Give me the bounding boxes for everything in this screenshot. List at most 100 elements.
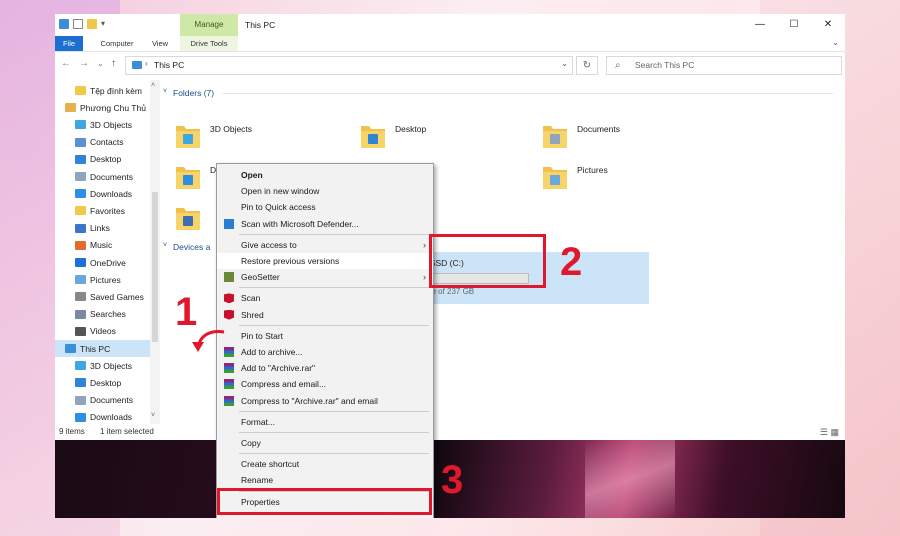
maximize-button[interactable]: ☐ [777, 14, 811, 36]
manage-tab[interactable]: Manage [180, 14, 238, 36]
sidebar-item-links[interactable]: Links [55, 220, 150, 237]
tab-view[interactable]: View [147, 36, 173, 51]
group-divider [223, 93, 833, 94]
menu-separator [239, 432, 429, 433]
sidebar-item-t-p-nh-k-m[interactable]: Tệp đính kèm [55, 82, 150, 99]
close-button[interactable]: ✕ [811, 14, 845, 36]
address-dropdown-icon[interactable]: ⌄ [561, 59, 568, 68]
menu-item-compress-and-email[interactable]: Compress and email... [217, 376, 433, 392]
explorer-app-icon[interactable] [59, 19, 69, 29]
minimize-button[interactable]: — [743, 14, 777, 36]
menu-item-give-access-to[interactable]: Give access to › [217, 237, 433, 253]
sidebar-item-label: Desktop [90, 377, 122, 388]
sidebar-item-3d-objects[interactable]: 3D Objects [55, 116, 150, 133]
highlight-box-drive [429, 234, 546, 288]
sidebar-item-desktop[interactable]: Desktop [55, 374, 150, 391]
menu-item-add-to-archive-rar[interactable]: Add to "Archive.rar" [217, 360, 433, 376]
menu-item-label: Scan with Microsoft Defender... [241, 218, 359, 229]
menu-item-pin-to-start[interactable]: Pin to Start [217, 328, 433, 344]
sidebar-item-videos[interactable]: Videos [55, 323, 150, 340]
properties-quick-icon[interactable] [73, 19, 83, 29]
search-input[interactable]: ⌕ Search This PC [606, 56, 842, 75]
sidebar-item-onedrive[interactable]: OneDrive [55, 254, 150, 271]
collapse-folders-chevron-icon[interactable]: ˅ [163, 88, 167, 95]
sidebar-item-label: Phương Chu Thủ [80, 102, 146, 113]
sidebar-item-documents[interactable]: Documents [55, 392, 150, 409]
up-arrow-icon[interactable]: ↑ [111, 58, 116, 69]
sidebar-item-pictures[interactable]: Pictures [55, 271, 150, 288]
collapse-devices-chevron-icon[interactable]: ˅ [163, 242, 167, 249]
menu-item-add-to-archive[interactable]: Add to archive... [217, 344, 433, 360]
refresh-icon: ↻ [582, 60, 592, 71]
menu-item-restore-previous-versions[interactable]: Restore previous versions [217, 253, 433, 269]
tab-file[interactable]: File [55, 36, 83, 51]
scroll-down-icon[interactable]: ˅ [151, 412, 155, 419]
details-view-icon[interactable]: ☰ ▦ [820, 427, 839, 438]
sidebar-item-3d-objects[interactable]: 3D Objects [55, 357, 150, 374]
status-item-count: 9 items [59, 427, 85, 436]
menu-item-copy[interactable]: Copy [217, 435, 433, 451]
scroll-up-icon[interactable]: ˄ [151, 82, 155, 89]
sidebar-item-label: 3D Objects [90, 119, 133, 130]
step-number-2: 2 [560, 240, 583, 284]
sidebar-item-documents[interactable]: Documents [55, 168, 150, 185]
tab-drive-tools[interactable]: Drive Tools [180, 36, 238, 51]
folder-icon [361, 126, 385, 148]
sidebar-item-downloads[interactable]: Downloads [55, 185, 150, 202]
devices-group-header[interactable]: Devices a [173, 242, 210, 252]
sidebar-item-label: This PC [80, 343, 111, 354]
sidebar-item-label: Downloads [90, 188, 133, 199]
pictures-icon [75, 275, 86, 285]
menu-separator [239, 453, 429, 455]
address-path[interactable]: This PC [154, 60, 184, 70]
menu-item-shred[interactable]: Shred [217, 307, 433, 323]
sidebar-item-this-pc[interactable]: This PC [55, 340, 150, 357]
menu-separator [239, 233, 429, 235]
menu-item-label: Pin to Start [241, 330, 284, 341]
menu-item-scan-with-microsoft-defender[interactable]: Scan with Microsoft Defender... [217, 216, 433, 232]
file-explorer-window: ▾ Manage This PC — ☐ ✕ File Computer Vie… [55, 14, 845, 518]
sidebar-item-label: OneDrive [90, 257, 126, 268]
menu-item-geosetter[interactable]: GeoSetter › [217, 269, 433, 285]
menu-item-rename[interactable]: Rename [217, 472, 433, 488]
folder-icon [176, 126, 200, 148]
sidebar-item-contacts[interactable]: Contacts [55, 134, 150, 151]
menu-item-compress-to-archive-rar-and-email[interactable]: Compress to "Archive.rar" and email [217, 393, 433, 409]
navigation-pane: Tệp đính kèm Phương Chu Thủ 3D Objects Cont… [55, 80, 160, 430]
search-placeholder: Search This PC [635, 60, 695, 70]
menu-item-format[interactable]: Format... [217, 414, 433, 430]
breadcrumb-chevron-icon[interactable]: › [145, 59, 148, 68]
mcafee-shred-icon [224, 309, 234, 320]
menu-item-open[interactable]: Open [217, 167, 433, 183]
sidebar-item-searches[interactable]: Searches [55, 306, 150, 323]
sidebar-item-label: Links [90, 223, 110, 234]
sidebar-item-favorites[interactable]: Favorites [55, 202, 150, 219]
refresh-button[interactable]: ↻ [576, 56, 598, 75]
menu-item-label: Add to "Archive.rar" [241, 363, 316, 374]
forward-arrow-icon[interactable]: → [79, 58, 89, 69]
menu-item-create-shortcut[interactable]: Create shortcut [217, 456, 433, 472]
folder-label: 3D Objects [210, 124, 253, 134]
sidebar-item-desktop[interactable]: Desktop [55, 151, 150, 168]
winrar-icon [224, 379, 234, 390]
menu-item-label: Compress to "Archive.rar" and email [241, 395, 378, 406]
new-folder-quick-icon[interactable] [87, 19, 97, 29]
sidebar-item-ph-ng-chu-th[interactable]: Phương Chu Thủ [55, 99, 150, 116]
back-arrow-icon[interactable]: ← [61, 58, 71, 69]
expand-ribbon-icon[interactable]: ⌄ [832, 38, 839, 47]
customize-quick-access-icon[interactable]: ▾ [101, 19, 111, 29]
tab-computer[interactable]: Computer [91, 36, 143, 51]
recent-locations-chevron-icon[interactable]: ⌄ [97, 59, 104, 68]
address-bar[interactable]: › This PC ⌄ [125, 56, 573, 75]
sidebar-item-saved-games[interactable]: Saved Games [55, 288, 150, 305]
menu-item-scan[interactable]: Scan [217, 290, 433, 306]
folders-group-header[interactable]: Folders (7) [173, 88, 214, 98]
navigation-scrollbar-thumb[interactable] [152, 192, 158, 342]
curved-arrow-icon [192, 330, 225, 352]
onedrive-icon [75, 258, 86, 267]
menu-item-open-in-new-window[interactable]: Open in new window [217, 183, 433, 199]
menu-item-pin-to-quick-access[interactable]: Pin to Quick access [217, 199, 433, 215]
menu-item-label: Add to archive... [241, 347, 303, 357]
menu-item-label: Create shortcut [241, 459, 300, 470]
sidebar-item-music[interactable]: Music [55, 237, 150, 254]
